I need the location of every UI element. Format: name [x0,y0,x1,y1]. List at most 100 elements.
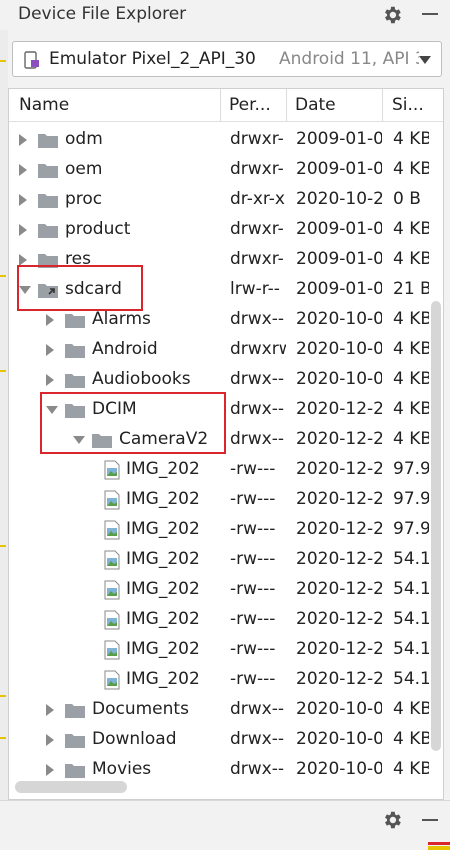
strip-marker [0,275,6,277]
column-size[interactable]: Si... [392,95,432,115]
folder-icon [38,224,58,238]
tree-row[interactable]: Audiobooks drwx-- 2020-10-0 4 KB [9,365,443,395]
file-size: 4 KB [393,219,429,239]
chevron-right-icon[interactable] [19,224,27,236]
highlight-dcim [40,392,226,454]
chevron-right-icon[interactable] [46,374,54,386]
file-size: 4 KB [393,129,429,149]
tree-row[interactable]: Documents drwx-- 2020-10-0 4 KB [9,695,443,725]
file-date: 2020-10-0 [296,699,382,719]
folder-icon [38,164,58,178]
file-date: 2009-01-01 [296,219,382,239]
tree-row[interactable]: product drwxr- 2009-01-01 4 KB [9,215,443,245]
file-permissions: -rw--- [230,459,276,479]
minus-icon[interactable] [422,819,438,821]
strip-marker [0,695,6,697]
file-permissions: drwxr- [230,159,284,179]
tree-row[interactable]: IMG_202 -rw--- 2020-12-2 54.1 [9,665,443,695]
column-header: Name Per... Date Si... [9,89,443,122]
file-permissions: -rw--- [230,639,276,659]
file-size: 4 KB [393,309,429,329]
tree-row[interactable]: proc dr-xr-x 2020-10-2 0 B [9,185,443,215]
file-permissions: drwx-- [230,399,285,419]
file-tree[interactable]: odm drwxr- 2009-01-01 4 KB oem drwxr- 2009-01-… [9,125,443,785]
tree-row[interactable]: IMG_202 -rw--- 2020-12-2 54.1 [9,605,443,635]
file-permissions: -rw--- [230,519,276,539]
file-permissions: lrw-r-- [230,279,280,299]
chevron-right-icon[interactable] [46,314,54,326]
vertical-scrollbar[interactable] [429,125,443,765]
file-name: IMG_202 [126,609,200,629]
column-name[interactable]: Name [19,95,219,115]
file-date: 2020-10-0 [296,309,382,329]
file-permissions: -rw--- [230,489,276,509]
tree-row[interactable]: IMG_202 -rw--- 2020-12-2 54.1 [9,545,443,575]
file-permissions: drwx-- [230,429,285,449]
gear-icon[interactable] [381,4,403,26]
tree-row[interactable]: odm drwxr- 2009-01-01 4 KB [9,125,443,155]
tree-row[interactable]: IMG_202 -rw--- 2020-12-2 54.1 [9,635,443,665]
file-name: Documents [92,699,189,719]
device-detail: Android 11, API 30 [279,49,419,69]
chevron-right-icon[interactable] [46,704,54,716]
column-date[interactable]: Date [295,95,381,115]
tree-row[interactable]: IMG_202 -rw--- 2020-12-2 97.9 [9,515,443,545]
chevron-right-icon[interactable] [19,194,27,206]
file-size: 4 KB [393,369,429,389]
device-name: Emulator Pixel_2_API_30 [49,49,256,69]
chevron-right-icon[interactable] [19,134,27,146]
chevron-down-icon[interactable] [419,56,431,64]
file-permissions: -rw--- [230,579,276,599]
tree-row[interactable]: IMG_202 -rw--- 2020-12-2 97.9 [9,455,443,485]
tree-row[interactable]: oem drwxr- 2009-01-01 4 KB [9,155,443,185]
chevron-right-icon[interactable] [19,164,27,176]
file-size: 54.1 [393,609,429,629]
chevron-right-icon[interactable] [46,344,54,356]
minus-icon[interactable] [422,13,438,15]
column-divider[interactable] [286,89,287,121]
file-date: 2020-12-2 [296,489,382,509]
file-date: 2020-12-2 [296,429,382,449]
vertical-scroll-thumb[interactable] [431,301,441,751]
file-size: 54.1 [393,579,429,599]
file-size: 21 B [393,279,429,299]
file-name: Audiobooks [92,369,191,389]
column-permissions[interactable]: Per... [229,95,285,115]
file-permissions: drwx-- [230,309,285,329]
column-divider[interactable] [220,89,221,121]
file-size: 4 KB [393,729,429,749]
tree-row[interactable]: Android drwxrw 2020-10-0 4 KB [9,335,443,365]
file-size: 4 KB [393,339,429,359]
tree-row[interactable]: IMG_202 -rw--- 2020-12-2 54.1 [9,575,443,605]
file-tree-panel[interactable]: Name Per... Date Si... odm drwxr- 2009-01-… [8,88,444,800]
image-file-icon [104,490,120,510]
chevron-right-icon[interactable] [46,764,54,776]
gear-icon[interactable] [381,809,403,831]
device-selector[interactable]: Emulator Pixel_2_API_30 Android 11, API … [12,41,442,77]
file-date: 2020-10-0 [296,729,382,749]
file-size: 97.9 [393,489,429,509]
horizontal-scroll-thumb[interactable] [15,781,127,793]
column-divider[interactable] [382,89,383,121]
file-size: 54.1 [393,639,429,659]
file-date: 2020-10-0 [296,339,382,359]
file-date: 2020-12-2 [296,399,382,419]
chevron-right-icon[interactable] [46,734,54,746]
file-name: IMG_202 [126,489,200,509]
bottom-tool-bar [0,800,450,850]
file-name: Android [92,339,158,359]
file-name: proc [65,189,103,209]
file-name: Download [92,729,177,749]
file-permissions: drwx-- [230,729,285,749]
folder-icon [65,314,85,328]
file-date: 2009-01-01 [296,129,382,149]
image-file-icon [104,670,120,690]
file-name: IMG_202 [126,549,200,569]
image-file-icon [104,550,120,570]
file-permissions: drwxrw [230,339,286,359]
file-name: IMG_202 [126,459,200,479]
tree-row[interactable]: Download drwx-- 2020-10-0 4 KB [9,725,443,755]
file-size: 4 KB [393,159,429,179]
file-date: 2020-12-2 [296,579,382,599]
tree-row[interactable]: IMG_202 -rw--- 2020-12-2 97.9 [9,485,443,515]
